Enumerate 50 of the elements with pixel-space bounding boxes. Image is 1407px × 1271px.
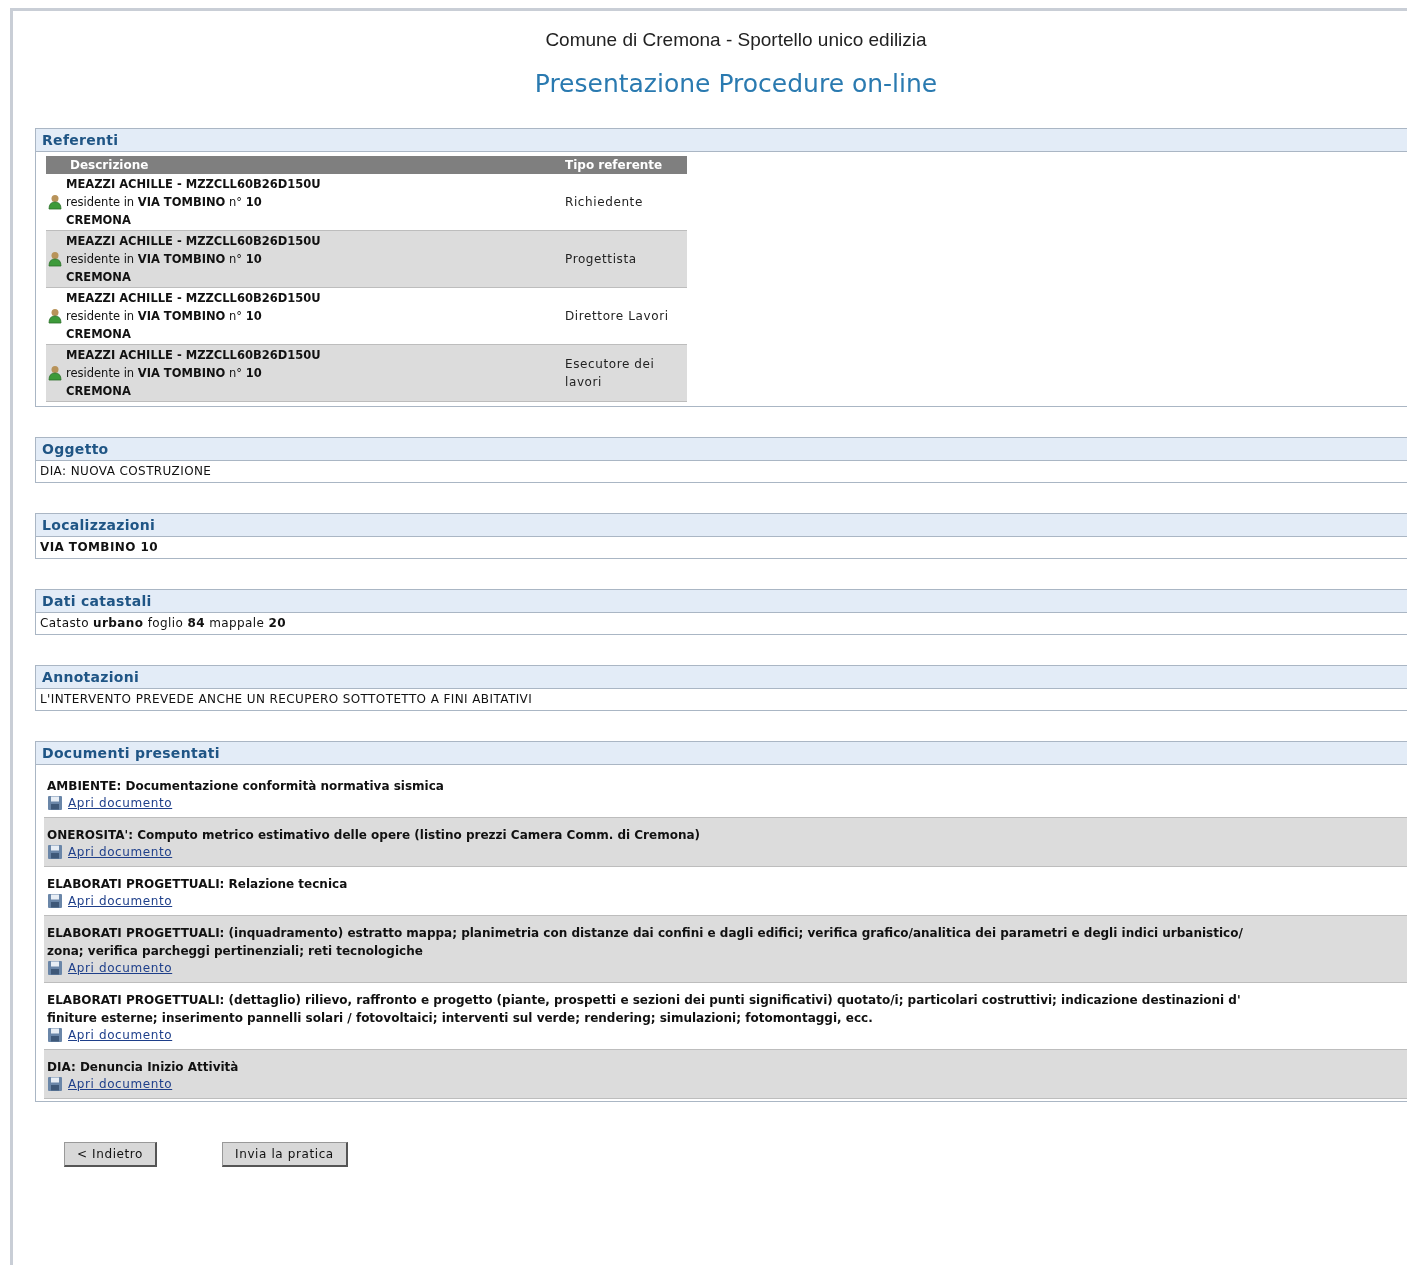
open-document-link[interactable]: Apri documento: [68, 845, 173, 859]
person-icon: [48, 251, 62, 267]
referent-line: CREMONA: [66, 383, 132, 400]
open-document-link[interactable]: Apri documento: [68, 894, 173, 908]
section-header: Dati catastali: [36, 590, 1407, 613]
person-icon: [48, 308, 62, 324]
referent-type: Direttore Lavori: [564, 308, 670, 325]
section-header: Referenti: [36, 129, 1407, 152]
referent-line: CREMONA: [66, 269, 132, 286]
referent-line: MEAZZI ACHILLE - MZZCLL60B26D150U: [66, 176, 321, 193]
open-document-link[interactable]: Apri documento: [68, 1028, 173, 1042]
document-title: ELABORATI PROGETTUALI: Relazione tecnica: [47, 876, 349, 893]
open-document-link[interactable]: Apri documento: [68, 961, 173, 975]
section-text: Catasto urbano foglio 84 mappale 20: [39, 615, 288, 632]
document-title: finiture esterne; inserimento pannelli solari / fotovoltaici; interventi sul verde; rendering; simulazioni; fotomontaggi, ecc.: [47, 1010, 874, 1027]
open-document-link[interactable]: Apri documento: [68, 796, 173, 810]
document-title: AMBIENTE: Documentazione conformità normativa sismica: [47, 778, 445, 795]
column-header: Descrizione: [69, 157, 150, 174]
referent-type: Richiedente: [564, 194, 644, 211]
referent-line: residente in VIA TOMBINO n° 10: [66, 308, 263, 325]
referent-type: Progettista: [564, 251, 638, 268]
page-title: Presentazione Procedure on-line: [533, 69, 939, 98]
referent-line: MEAZZI ACHILLE - MZZCLL60B26D150U: [66, 347, 321, 364]
referent-type: Esecutore dei lavori: [564, 356, 656, 391]
referent-line: MEAZZI ACHILLE - MZZCLL60B26D150U: [66, 233, 321, 250]
section-header: Documenti presentati: [36, 742, 1407, 765]
person-icon: [48, 365, 62, 381]
section-text: DIA: NUOVA COSTRUZIONE: [39, 463, 213, 480]
person-icon: [48, 194, 62, 210]
document-title: DIA: Denuncia Inizio Attività: [47, 1059, 240, 1076]
section-header: Localizzazioni: [36, 514, 1407, 537]
referent-line: CREMONA: [66, 326, 132, 343]
referent-line: CREMONA: [66, 212, 132, 229]
referent-line: MEAZZI ACHILLE - MZZCLL60B26D150U: [66, 290, 321, 307]
page-subtitle: Comune di Cremona - Sportello unico edilizia: [544, 29, 928, 51]
document-title: ELABORATI PROGETTUALI: (inquadramento) estratto mappa; planimetria con distanze dai confini e dagli edifici; verifica grafico/analitica dei parametri e degli indici urbanistico/: [47, 925, 1244, 942]
referent-line: residente in VIA TOMBINO n° 10: [66, 194, 263, 211]
section-text: VIA TOMBINO 10: [39, 539, 159, 556]
submit-button[interactable]: Invia la pratica: [222, 1142, 348, 1167]
column-header: Tipo referente: [564, 157, 664, 174]
document-title: ELABORATI PROGETTUALI: (dettaglio) rilievo, raffronto e progetto (piante, prospetti e sezioni dei punti significativi) quotato/i; particolari costruttivi; indicazione destinazioni d': [47, 992, 1242, 1009]
referent-line: residente in VIA TOMBINO n° 10: [66, 365, 263, 382]
back-button[interactable]: < Indietro: [64, 1142, 158, 1167]
section-header: Annotazioni: [36, 666, 1407, 689]
referent-line: residente in VIA TOMBINO n° 10: [66, 251, 263, 268]
document-title: zona; verifica parcheggi pertinenziali; reti tecnologiche: [47, 943, 424, 960]
document-title: ONEROSITA': Computo metrico estimativo delle opere (listino prezzi Camera Comm. di Cremona): [47, 827, 701, 844]
open-document-link[interactable]: Apri documento: [68, 1077, 173, 1091]
section-header: Oggetto: [36, 438, 1407, 461]
section-text: L'INTERVENTO PREVEDE ANCHE UN RECUPERO SOTTOTETTO A FINI ABITATIVI: [39, 691, 534, 708]
